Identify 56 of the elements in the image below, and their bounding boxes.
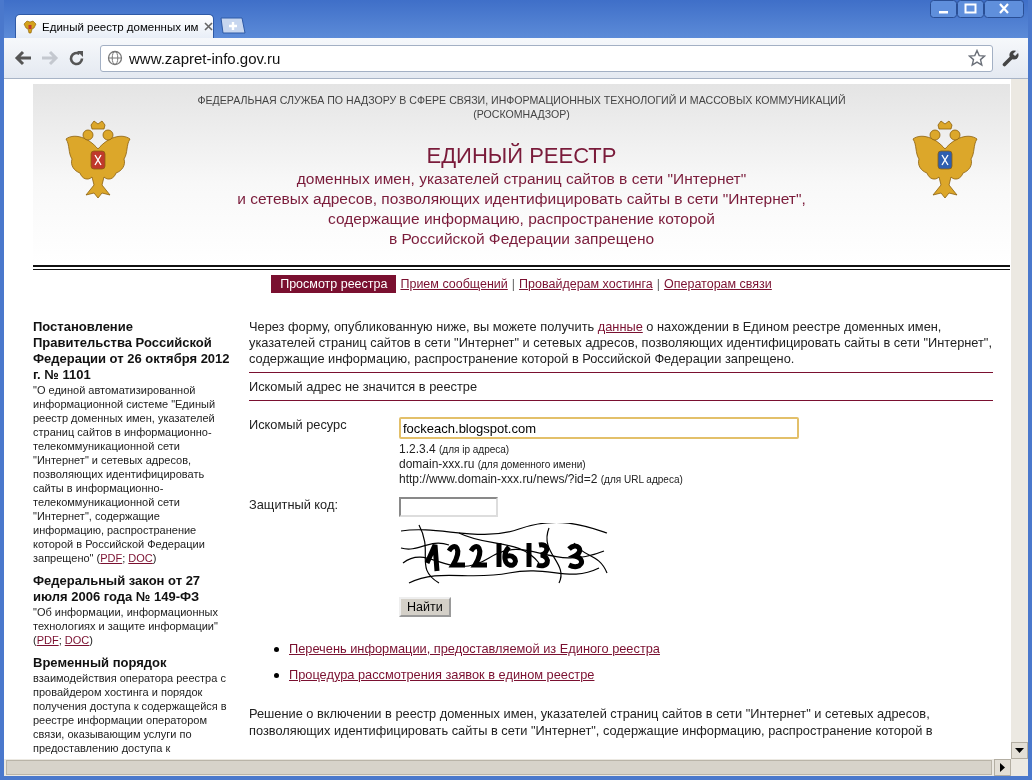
example-text: domain-xxx.ru (для доменного имени) (399, 457, 587, 472)
registry-subtitle: содержащие информацию, распространение которой (327, 209, 716, 229)
globe-icon (107, 50, 123, 66)
tab-title: Единый реестр доменных им (42, 20, 199, 33)
registry-title: ЕДИНЫЙ РЕЕСТР (425, 143, 618, 169)
registry-subtitle: в Российской Федерации запрещено (387, 229, 656, 249)
scroll-down-icon[interactable] (1011, 742, 1028, 759)
nav-tab[interactable]: Просмотр реестра (271, 275, 397, 293)
intro-paragraph: Через форму, опубликованную ниже, вы можете получить данные о нахождении в Едином реестре доменных имен, указателей страниц сайтов в сети "Интернет" и сетевых адресов, позволяющих идентифицировать сайты в сети "Интернет", содержащие информацию, распространение которой в Российской Федерации запрещено. (249, 319, 993, 367)
document-title: Временный порядок (33, 655, 168, 671)
emblem-icon (23, 19, 37, 34)
resource-label: Искомый ресурс (249, 417, 348, 434)
nav-tab[interactable]: Операторам связи (664, 275, 772, 293)
new-tab-icon[interactable] (220, 17, 246, 34)
registry-link[interactable]: Перечень информации, предоставляемой из Единого реестра (289, 641, 660, 657)
browser-tab[interactable]: Единый реестр доменных им (15, 14, 214, 38)
maximize-icon[interactable] (957, 0, 984, 18)
minimize-icon[interactable] (930, 0, 957, 18)
nav-tab[interactable]: Прием сообщений (400, 275, 508, 293)
document-title: Федеральный закон от 27 июля 2006 года № 149-ФЗ (33, 573, 202, 605)
back-arrow-icon[interactable] (14, 50, 32, 66)
document-description: "О единой автоматизированной информационной системе "Единый реестр доменных имен, указателей страниц сайтов в информационно-телекоммуникационной сети "Интернет" и сетевых адресов, позволяющих идентифицировать сайты в информационно-телекоммуникационной сети "Интернет", содержащие информацию, распространение которой в Российской Федерации запрещено" (PDF; DOC) (33, 383, 217, 565)
registry-subtitle: и сетевых адресов, позволяющих идентифицировать сайты в сети "Интернет", (236, 189, 807, 209)
agency-short-name: (РОСКОМНАДЗОР) (472, 107, 571, 121)
wrench-icon[interactable] (1002, 49, 1020, 67)
document-link[interactable]: PDF (36, 634, 59, 646)
resource-input[interactable]: fockeach.blogspot.com (399, 417, 799, 439)
document-link[interactable]: DOC (128, 552, 153, 564)
decision-paragraph: Решение о включении в реестр доменных имен, указателей страниц сайтов в сети "Интернет" и сетевых адресов, позволяющих идентифицировать сайты в сети "Интернет", содержащие информацию, распространение которой в (249, 705, 934, 739)
star-icon[interactable] (968, 49, 986, 67)
example-text: http://www.domain-xxx.ru/news/?id=2 (для URL адреса) (399, 472, 684, 487)
scrollbar-corner (1011, 759, 1028, 776)
bullet-icon (274, 646, 279, 652)
close-icon[interactable] (984, 0, 1024, 18)
vertical-scrollbar[interactable] (1011, 79, 1028, 759)
close-icon[interactable] (203, 22, 213, 31)
registry-link[interactable]: Процедура рассмотрения заявок в едином реестре (289, 667, 595, 683)
agency-name: ФЕДЕРАЛЬНАЯ СЛУЖБА ПО НАДЗОРУ В СФЕРЕ СВЯЗИ, ИНФОРМАЦИОННЫХ ТЕХНОЛОГИЙ И МАССОВЫХ КОММУНИКАЦИЙ (196, 93, 847, 107)
scroll-right-icon[interactable] (994, 759, 1011, 776)
nav-separator: | (511, 277, 516, 291)
code-label: Защитный код: (249, 497, 339, 514)
bullet-icon (274, 672, 279, 678)
data-link[interactable]: данные (597, 319, 643, 334)
status-message: Искомый адрес не значится в реестре (249, 378, 479, 396)
document-title: Постановление Правительства Российской Федерации от 26 октября 2012 г. № 1101 (33, 319, 230, 383)
code-input[interactable] (399, 497, 498, 517)
document-description: взаимодействия оператора реестра с провайдером хостинга и порядок получения доступа к содержащейся в реестре информации оператором связи, оказывающим услуги по предоставлению доступа к (33, 671, 228, 755)
address-bar[interactable]: www.zapret-info.gov.ru (100, 44, 993, 72)
nav-separator: | (656, 277, 660, 291)
reload-icon[interactable] (68, 49, 85, 67)
document-description: "Об информации, информационных технологиях и защите информации" (PDF; DOC) (33, 605, 219, 647)
document-link[interactable]: DOC (64, 634, 90, 646)
registry-subtitle: доменных имен, указателей страниц сайтов в сети "Интернет" (295, 169, 748, 189)
example-text: 1.2.3.4 (для ip адреса) (399, 442, 511, 457)
nav-tab[interactable]: Провайдерам хостинга (519, 275, 653, 293)
find-button[interactable]: Найти (399, 597, 451, 617)
